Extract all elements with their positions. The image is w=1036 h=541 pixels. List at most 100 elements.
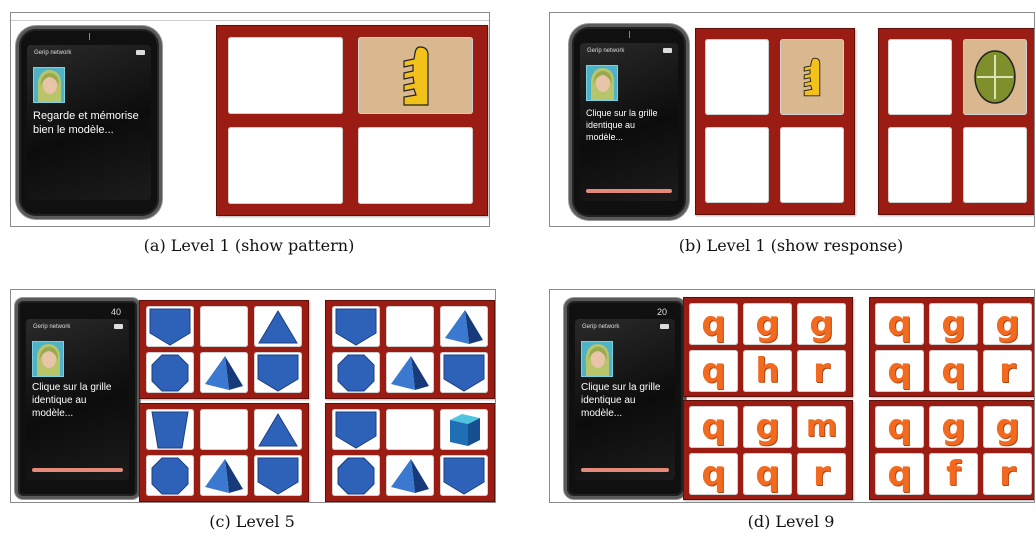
pattern-grid[interactable] [216, 25, 488, 216]
grid-cell[interactable] [146, 352, 194, 393]
grid-cell[interactable] [332, 455, 380, 496]
pentagon-icon [442, 456, 486, 496]
grid-cell[interactable] [358, 37, 473, 114]
top-rule [11, 20, 489, 21]
phone: 40 Gerip network Clique sur la grille id… [15, 298, 140, 499]
letter-grid[interactable]: qggqqr [869, 297, 1034, 397]
phone-screen: 40 Gerip network Clique sur la grille id… [26, 307, 129, 480]
grid-cell[interactable] [963, 39, 1027, 115]
letter-glyph: f [946, 454, 961, 494]
grid-cell[interactable]: g [983, 406, 1032, 448]
grid-cell[interactable] [200, 455, 248, 496]
grid-cell[interactable] [780, 127, 844, 203]
response-grid[interactable] [878, 28, 1034, 215]
pentagon-icon [148, 307, 192, 347]
response-grid[interactable] [695, 28, 855, 215]
cross-circle-icon [974, 50, 1016, 104]
grid-cell[interactable] [332, 306, 380, 347]
progress-bar [581, 468, 669, 472]
letter-glyph: g [995, 304, 1020, 344]
grid-cell[interactable] [386, 352, 434, 393]
grid-cell[interactable]: q [875, 406, 924, 448]
grid-cell[interactable] [200, 306, 248, 347]
grid-cell[interactable]: q [689, 350, 738, 392]
grid-cell[interactable]: g [743, 303, 792, 345]
grid-cell[interactable] [200, 409, 248, 450]
panel-a: Gerip network Regarde et mémorise bien l… [10, 12, 490, 227]
grid-cell[interactable] [386, 409, 434, 450]
grid-cell[interactable] [332, 409, 380, 450]
grid-cell[interactable] [440, 409, 488, 450]
grid-cell[interactable]: g [743, 406, 792, 448]
shape-grid[interactable] [325, 300, 495, 399]
pentagon-icon [334, 410, 378, 450]
grid-cell[interactable]: h [743, 350, 792, 392]
shape-grid[interactable] [139, 403, 309, 502]
letter-grid[interactable]: qggqfr [869, 400, 1034, 500]
grid-cell[interactable] [358, 127, 473, 204]
letter-grid[interactable]: qgmqqr [683, 400, 853, 500]
grid-cell[interactable]: r [797, 350, 846, 392]
grid-cell[interactable]: g [983, 303, 1032, 345]
letter-grid[interactable]: qggqhr [683, 297, 853, 397]
grid-cell[interactable] [332, 352, 380, 393]
caption-c: (c) Level 5 [209, 512, 295, 531]
letter-glyph: g [755, 407, 780, 447]
grid-cell[interactable] [146, 409, 194, 450]
grid-cell[interactable] [440, 352, 488, 393]
panel-d: 20 Gerip network Clique sur la grille id… [549, 289, 1035, 503]
grid-cell[interactable] [888, 127, 952, 203]
grid-cell[interactable] [254, 409, 302, 450]
grid-cell[interactable] [146, 455, 194, 496]
grid-cell[interactable] [228, 37, 343, 114]
grid-cell[interactable]: r [983, 350, 1032, 392]
grid-cell[interactable]: q [689, 406, 738, 448]
grid-cell[interactable]: q [929, 350, 978, 392]
grid-cell[interactable]: q [875, 453, 924, 495]
grid-cell[interactable] [386, 455, 434, 496]
grid-cell[interactable]: g [797, 303, 846, 345]
grid-cell[interactable] [146, 306, 194, 347]
grid-cell[interactable]: m [797, 406, 846, 448]
grid-cell[interactable] [888, 39, 952, 115]
grid-cell[interactable] [440, 306, 488, 347]
grid-cell[interactable]: g [929, 406, 978, 448]
grid-cell[interactable] [254, 455, 302, 496]
letter-glyph: q [941, 351, 966, 391]
grid-cell[interactable]: q [875, 303, 924, 345]
pentagon-icon [256, 456, 300, 496]
progress-bar [586, 189, 672, 193]
caption-b: (b) Level 1 (show response) [678, 236, 904, 255]
network-label: Gerip network [34, 50, 72, 56]
grid-cell[interactable]: f [929, 453, 978, 495]
grid-cell[interactable]: g [929, 303, 978, 345]
grid-cell[interactable]: q [743, 453, 792, 495]
phone: Gerip network Clique sur la grille ident… [569, 24, 689, 220]
grid-cell[interactable] [228, 127, 343, 204]
triangle-icon [257, 309, 299, 345]
grid-cell[interactable]: q [689, 303, 738, 345]
grid-cell[interactable] [200, 352, 248, 393]
grid-cell[interactable]: q [689, 453, 738, 495]
shape-grid[interactable] [139, 300, 309, 399]
grid-cell[interactable] [963, 127, 1027, 203]
battery-icon [114, 324, 123, 329]
grid-cell[interactable]: r [983, 453, 1032, 495]
grid-cell[interactable]: r [797, 453, 846, 495]
cube-icon [444, 410, 484, 450]
letter-glyph: r [813, 351, 830, 391]
battery-icon [663, 48, 672, 53]
grid-cell[interactable]: q [875, 350, 924, 392]
grid-cell[interactable] [705, 39, 769, 115]
grid-cell[interactable] [705, 127, 769, 203]
shape-grid[interactable] [325, 403, 495, 502]
progress-bar [32, 468, 123, 472]
grid-cell[interactable] [386, 306, 434, 347]
instruction-message: Regarde et mémorise bien le modèle... [33, 110, 139, 136]
phone: Gerip network Regarde et mémorise bien l… [16, 26, 162, 219]
grid-cell[interactable] [254, 352, 302, 393]
grid-cell[interactable] [780, 39, 844, 115]
grid-cell[interactable] [440, 455, 488, 496]
avatar [33, 67, 65, 103]
grid-cell[interactable] [254, 306, 302, 347]
